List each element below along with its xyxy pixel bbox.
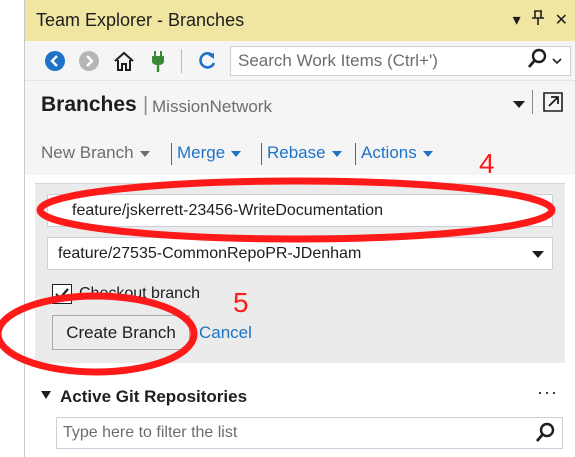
back-icon[interactable]: [43, 49, 67, 73]
repository-name: MissionNetwork: [152, 97, 272, 116]
new-branch-label: New Branch: [41, 143, 134, 162]
action-separator: [171, 143, 172, 165]
search-button[interactable]: [526, 48, 566, 75]
search-icon: [526, 48, 548, 75]
annotation-number-5: 5: [233, 287, 249, 318]
page-title: Branches: [41, 93, 137, 116]
team-explorer-window: Team Explorer - Branches ▾ ✕ Search Work…: [24, 0, 575, 457]
toolbar-separator: [181, 49, 182, 73]
base-branch-value: feature/27535-CommonRepoPR-JDenham: [58, 245, 362, 262]
toolbar: [25, 41, 575, 81]
rebase-dropdown-icon: [331, 151, 342, 157]
pin-icon[interactable]: [531, 10, 545, 32]
search-input[interactable]: [231, 47, 521, 75]
merge-label: Merge: [177, 143, 226, 162]
rebase-label: Rebase: [267, 143, 326, 162]
active-repos-section-header[interactable]: Active Git Repositories ···: [25, 382, 575, 412]
action-separator: [355, 143, 356, 165]
search-work-items-box[interactable]: [230, 46, 571, 76]
home-icon[interactable]: [112, 49, 136, 73]
window-controls: ▾ ✕: [513, 10, 568, 32]
cancel-link[interactable]: Cancel: [199, 323, 252, 343]
window-title: Team Explorer - Branches: [36, 10, 245, 30]
base-branch-select[interactable]: feature/27535-CommonRepoPR-JDenham: [47, 237, 553, 270]
merge-dropdown-icon: [231, 151, 242, 157]
checkout-branch-checkbox[interactable]: [52, 284, 72, 304]
checkmark-icon: [55, 288, 69, 300]
popout-icon[interactable]: [541, 90, 565, 114]
chevron-down-icon: [552, 52, 562, 70]
collapse-triangle-icon[interactable]: [41, 391, 51, 399]
create-branch-button[interactable]: Create Branch: [52, 315, 190, 350]
actions-dropdown-icon: [422, 151, 433, 157]
annotation-number-4: 4: [479, 148, 495, 179]
title-separator: |: [143, 94, 149, 116]
new-branch-dropdown-icon: [139, 151, 150, 157]
action-separator: [261, 143, 262, 165]
repo-filter-box[interactable]: [56, 417, 563, 449]
new-branch-panel: feature/27535-CommonRepoPR-JDenham Check…: [35, 183, 565, 363]
refresh-icon[interactable]: [195, 49, 219, 73]
actions-link[interactable]: Actions: [361, 143, 433, 163]
header-separator: [532, 90, 533, 114]
actions-label: Actions: [361, 143, 417, 162]
active-repos-title: Active Git Repositories: [60, 387, 248, 406]
dropdown-icon[interactable]: ▾: [513, 11, 521, 31]
merge-link[interactable]: Merge: [177, 143, 242, 163]
connect-plug-icon[interactable]: [146, 49, 170, 73]
more-options-button[interactable]: ···: [537, 382, 558, 403]
page-dropdown-icon[interactable]: [512, 97, 526, 111]
title-bar: Team Explorer - Branches ▾ ✕: [25, 0, 575, 41]
rebase-link[interactable]: Rebase: [267, 143, 342, 163]
page-header: Branches | MissionNetwork: [25, 81, 575, 129]
branch-name-input[interactable]: [47, 194, 553, 227]
checkout-branch-label[interactable]: Checkout branch: [79, 285, 200, 303]
close-icon[interactable]: ✕: [555, 11, 568, 31]
new-branch-link[interactable]: New Branch: [41, 143, 150, 163]
repo-filter-input[interactable]: [57, 418, 517, 448]
chevron-down-icon: [532, 251, 544, 258]
search-icon[interactable]: [534, 422, 556, 444]
forward-icon[interactable]: [77, 49, 101, 73]
